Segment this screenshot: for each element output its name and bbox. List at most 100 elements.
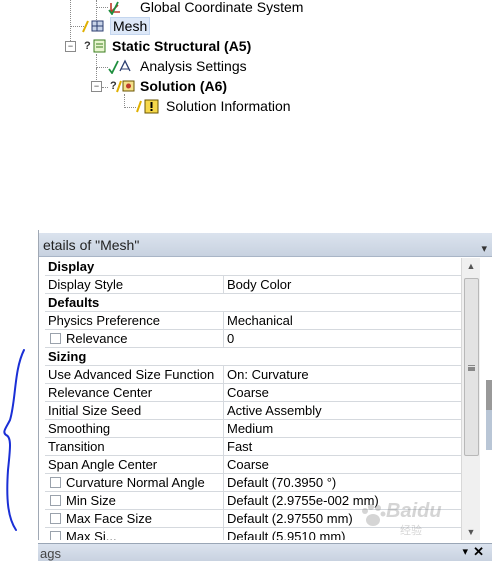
grip-icon: [468, 365, 475, 367]
details-panel-header: etails of "Mesh" ▾: [39, 233, 492, 257]
category-row: Sizing: [45, 348, 461, 366]
analysis-icon: [92, 38, 108, 54]
tree-connector: [124, 94, 125, 108]
question-mark-icon: ?: [84, 40, 91, 52]
column-divider: [223, 384, 224, 402]
details-panel: etails of "Mesh" ▾ Display Display Style B…: [38, 230, 492, 540]
column-divider: [223, 528, 224, 540]
solution-icon: [116, 78, 135, 94]
category-label: Display: [48, 259, 95, 274]
tree-connector: [102, 87, 108, 88]
property-name: Initial Size Seed: [48, 403, 142, 418]
override-checkbox[interactable]: [50, 477, 61, 488]
property-value[interactable]: Medium: [227, 420, 459, 438]
coordinate-system-icon: [108, 0, 124, 16]
tree-item-static-structural[interactable]: Static Structural (A5): [92, 36, 251, 56]
watermark-brand: Baidu: [386, 500, 442, 522]
property-value[interactable]: On: Curvature: [227, 366, 459, 384]
property-row[interactable]: Span Angle Center Coarse: [45, 456, 461, 474]
property-name: Relevance Center: [48, 385, 153, 400]
column-divider: [223, 420, 224, 438]
column-divider: [223, 402, 224, 420]
tree-connector: [124, 107, 136, 108]
property-value[interactable]: Fast: [227, 438, 459, 456]
override-checkbox[interactable]: [50, 513, 61, 524]
tree-connector: [96, 67, 108, 68]
details-panel-title: etails of "Mesh": [43, 237, 140, 253]
property-name: Curvature Normal Angle: [66, 475, 205, 490]
override-checkbox[interactable]: [50, 531, 61, 540]
tree-item-label: Analysis Settings: [140, 58, 247, 74]
property-row[interactable]: Relevance Center Coarse: [45, 384, 461, 402]
column-divider: [223, 510, 224, 528]
property-value[interactable]: Default (70.3950 °): [227, 474, 459, 492]
scroll-up-button[interactable]: ▲: [462, 258, 480, 274]
tree-connector: [96, 54, 97, 68]
property-row[interactable]: Smoothing Medium: [45, 420, 461, 438]
property-name: Smoothing: [48, 421, 111, 436]
property-name: Use Advanced Size Function: [48, 367, 215, 382]
override-checkbox[interactable]: [50, 333, 61, 344]
property-value[interactable]: Mechanical: [227, 312, 459, 330]
property-name: Min Size: [66, 493, 116, 508]
column-divider: [223, 438, 224, 456]
paw-icon: [362, 504, 386, 526]
property-name: Physics Preference: [48, 313, 160, 328]
property-name: Relevance: [66, 331, 128, 346]
column-divider: [223, 456, 224, 474]
tree-item-label: Static Structural (A5): [112, 38, 252, 54]
tree-item-label: Solution (A6): [140, 78, 228, 94]
collapse-toggle[interactable]: −: [91, 81, 102, 92]
override-checkbox[interactable]: [50, 495, 61, 506]
tree-item-global-coordinate-system[interactable]: Global Coordinate System: [108, 0, 303, 17]
property-name: Max Si...: [66, 529, 117, 540]
column-divider: [223, 276, 224, 294]
solution-information-icon: [136, 98, 159, 114]
property-value[interactable]: 0: [227, 330, 459, 348]
tree-item-label: Global Coordinate System: [140, 0, 304, 15]
tree-item-label: Mesh: [110, 17, 151, 35]
analysis-settings-icon: [108, 58, 131, 75]
column-divider: [223, 330, 224, 348]
collapse-toggle[interactable]: −: [65, 41, 76, 52]
property-row[interactable]: Curvature Normal Angle Default (70.3950 °…: [45, 474, 461, 492]
property-value[interactable]: Coarse: [227, 384, 459, 402]
property-value[interactable]: Active Assembly: [227, 402, 459, 420]
property-row[interactable]: Physics Preference Mechanical: [45, 312, 461, 330]
property-row[interactable]: Transition Fast: [45, 438, 461, 456]
category-row: Defaults: [45, 294, 461, 312]
property-row[interactable]: Initial Size Seed Active Assembly: [45, 402, 461, 420]
property-value[interactable]: Coarse: [227, 456, 459, 474]
category-row: Display: [45, 258, 461, 276]
property-value[interactable]: Body Color: [227, 276, 459, 294]
property-row[interactable]: Use Advanced Size Function On: Curvature: [45, 366, 461, 384]
column-divider: [223, 492, 224, 510]
watermark-sub: 经验: [400, 525, 422, 537]
property-name: Span Angle Center: [48, 457, 158, 472]
tree-item-label: Solution Information: [166, 98, 291, 114]
tree-item-mesh[interactable]: Mesh: [82, 16, 151, 36]
tree-item-solution[interactable]: Solution (A6): [116, 76, 227, 96]
bottom-panel-header: ags ▾ ✕: [38, 543, 492, 561]
property-name: Display Style: [48, 277, 124, 292]
property-name: Transition: [48, 439, 105, 454]
close-icon[interactable]: ✕: [473, 544, 484, 560]
bottom-panel-title: ags: [40, 546, 61, 561]
scroll-thumb[interactable]: [464, 278, 479, 456]
window-edge: [486, 380, 492, 410]
pin-icon[interactable]: ▾: [481, 237, 487, 261]
tree-connector: [70, 0, 71, 47]
pin-icon[interactable]: ▾: [462, 545, 468, 558]
tree-item-analysis-settings[interactable]: Analysis Settings: [108, 56, 247, 76]
category-label: Sizing: [48, 349, 87, 364]
watermark-logo: Baidu 经验: [360, 498, 480, 538]
property-name: Max Face Size: [66, 511, 152, 526]
mesh-icon: [82, 18, 104, 34]
column-divider: [223, 312, 224, 330]
tree-connector: [96, 7, 108, 8]
property-row[interactable]: Relevance 0: [45, 330, 461, 348]
column-divider: [223, 474, 224, 492]
hand-drawn-bracket-annotation: [3, 349, 25, 531]
property-row[interactable]: Display Style Body Color: [45, 276, 461, 294]
tree-item-solution-information[interactable]: Solution Information: [136, 96, 291, 116]
